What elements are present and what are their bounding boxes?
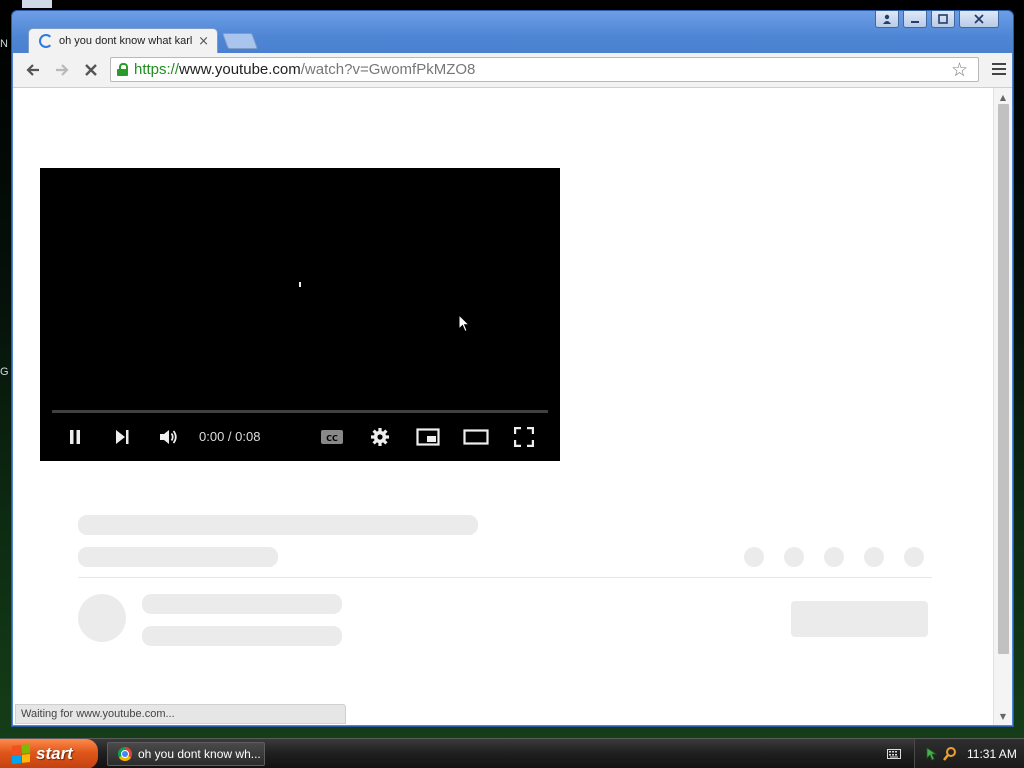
lock-icon[interactable] [117,63,128,76]
scroll-up-arrow-icon[interactable]: ▲ [994,90,1012,104]
toolbar: https://www.youtube.com/watch?v=GwomfPkM… [13,53,1012,88]
volume-icon [160,430,177,444]
back-button[interactable] [21,59,45,81]
buffering-indicator [299,282,301,287]
chrome-icon [118,747,132,761]
mute-button[interactable] [155,424,181,450]
fullscreen-button[interactable] [510,424,538,450]
action-placeholder [744,547,764,567]
divider [78,577,932,578]
maximize-button[interactable] [931,11,955,28]
clock[interactable]: 11:31 AM [967,747,1017,761]
captions-icon: CC [321,430,343,444]
address-bar[interactable]: https://www.youtube.com/watch?v=GwomfPkM… [110,57,979,82]
action-placeholder [864,547,884,567]
stop-loading-button[interactable] [79,59,103,81]
channel-name-placeholder [142,594,342,614]
scroll-down-arrow-icon[interactable]: ▼ [994,709,1012,723]
captions-button[interactable]: CC [318,424,346,450]
url-text: https://www.youtube.com/watch?v=GwomfPkM… [134,61,475,78]
tab-active[interactable]: oh you dont know what karls × [28,28,218,53]
channel-subs-placeholder [142,626,342,646]
subscribe-button-placeholder [791,601,928,637]
time-display: 0:00 / 0:08 [199,429,261,444]
chrome-menu-icon[interactable] [992,63,1006,75]
forward-button[interactable] [50,59,74,81]
bookmark-star-icon[interactable]: ☆ [951,59,968,81]
action-placeholder [904,547,924,567]
window-controls [875,11,999,28]
desktop-icon-fragment[interactable] [22,0,52,8]
keyboard-icon[interactable] [886,747,902,761]
desktop-icon-label-fragment[interactable]: G [0,366,9,378]
url-path: /watch?v=GwomfPkMZO8 [300,61,476,78]
next-video-button[interactable] [109,424,135,450]
video-player[interactable]: 0:00 / 0:08 CC [40,168,560,461]
pause-button[interactable] [62,424,88,450]
user-icon [883,14,891,24]
scroll-thumb[interactable] [998,104,1009,654]
restore-icon [938,14,948,24]
system-tray: 11:31 AM [914,739,1024,768]
back-arrow-icon [26,64,39,76]
fullscreen-icon [514,427,534,447]
new-tab-button[interactable] [222,33,258,49]
browser-window: oh you dont know what karls × https://ww… [11,10,1014,727]
keyboard-glyph-icon [887,749,901,759]
start-button[interactable]: start [0,739,98,768]
url-host: www.youtube.com [179,61,301,78]
action-placeholder [784,547,804,567]
vertical-scrollbar[interactable]: ▲ ▼ [993,88,1012,725]
windows-logo-icon [12,744,30,764]
search-magnifier-icon[interactable] [943,746,957,762]
action-placeholder [824,547,844,567]
channel-avatar-placeholder [78,594,126,642]
tab-close-icon[interactable]: × [198,34,209,49]
taskbar: start oh you dont know wh... 11:31 AM [0,738,1024,768]
svg-text:CC: CC [326,434,338,443]
url-scheme: https:// [134,61,180,78]
theater-mode-button[interactable] [462,424,490,450]
desktop-icon-label-fragment[interactable]: N [0,38,8,50]
close-icon [974,14,984,24]
start-label: start [36,744,73,763]
network-arrow-icon[interactable] [925,746,939,762]
taskbar-item-chrome[interactable]: oh you dont know wh... [107,742,265,766]
taskbar-item-label: oh you dont know wh... [138,747,261,761]
page-viewport: 0:00 / 0:08 CC Waiting for www.youtube.c… [13,88,993,725]
theater-mode-icon [463,429,489,445]
mouse-cursor-icon [458,314,470,333]
next-icon [116,430,129,444]
forward-arrow-icon [56,64,69,76]
video-progress-bar[interactable] [52,410,548,413]
close-window-button[interactable] [959,11,999,28]
pause-icon [70,430,80,444]
title-placeholder [78,515,478,535]
status-bubble: Waiting for www.youtube.com... [15,704,346,724]
minimize-button[interactable] [903,11,927,28]
settings-button[interactable] [366,424,394,450]
miniplayer-icon [416,428,440,446]
minimize-icon [911,21,919,23]
loading-spinner-icon [39,34,53,48]
profile-button[interactable] [875,11,899,28]
settings-gear-icon [371,428,389,446]
views-placeholder [78,547,278,567]
player-controls: 0:00 / 0:08 CC [40,420,560,454]
stop-x-icon [85,64,97,76]
miniplayer-button[interactable] [414,424,442,450]
tab-title: oh you dont know what karls [59,35,193,47]
